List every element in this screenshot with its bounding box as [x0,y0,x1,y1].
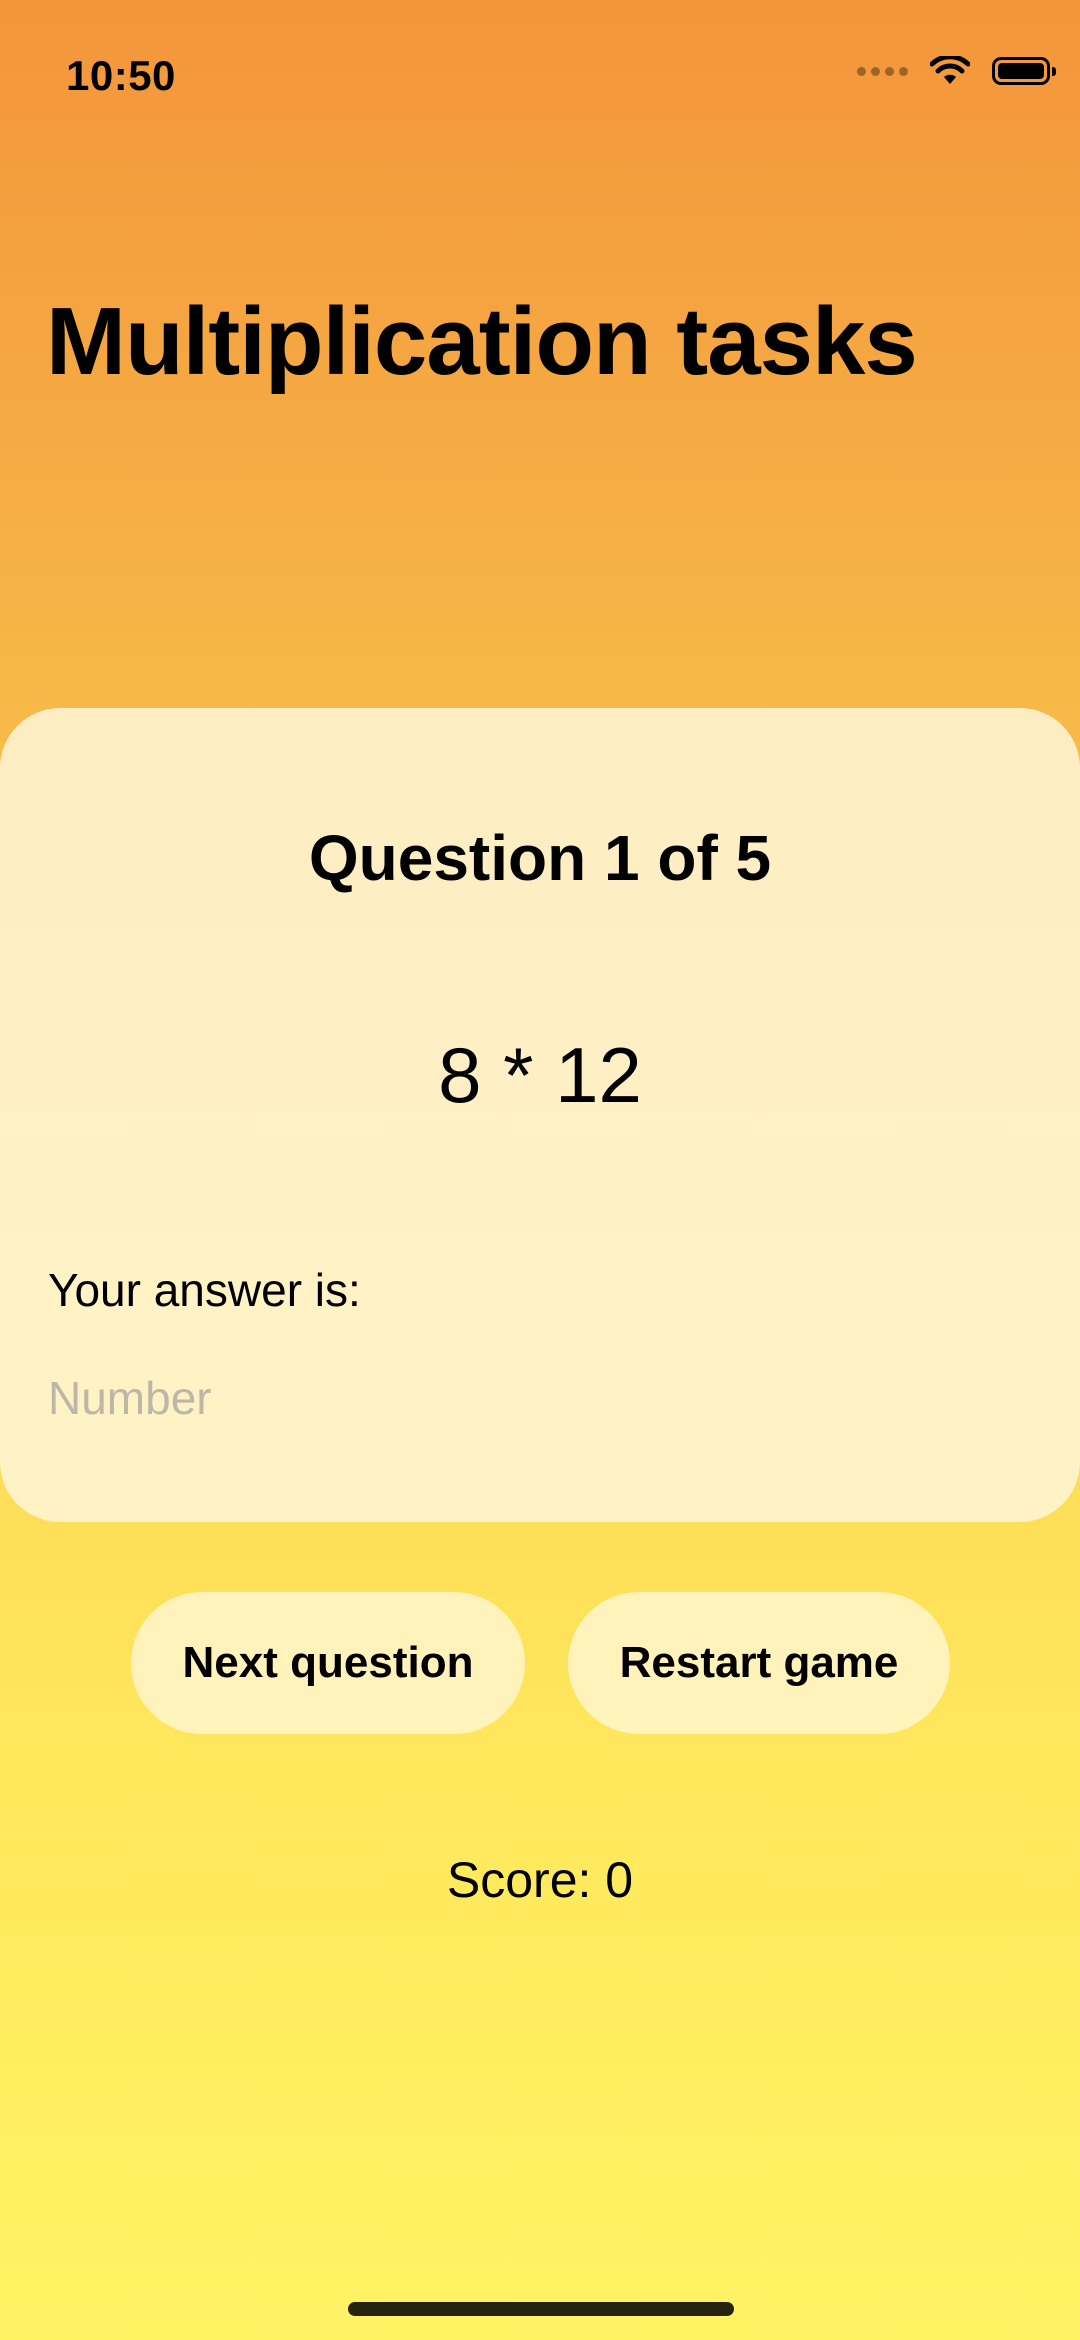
answer-label: Your answer is: [48,1264,361,1316]
next-question-button[interactable]: Next question [131,1592,525,1734]
wifi-icon [930,56,970,84]
status-bar: 10:50 [0,0,1080,140]
cellular-signal-icon [857,66,908,76]
question-card: Question 1 of 5 8 * 12 Your answer is: [0,708,1080,1522]
home-indicator[interactable] [348,2302,734,2316]
status-time: 10:50 [66,52,176,99]
page-title: Multiplication tasks [46,288,918,395]
answer-input[interactable] [48,1358,1028,1438]
score-label: Score: 0 [446,1852,634,1908]
restart-game-button[interactable]: Restart game [568,1592,950,1734]
multiplication-question: 8 * 12 [438,1031,642,1119]
status-icons [857,56,1056,86]
battery-icon [992,57,1056,85]
question-counter: Question 1 of 5 [308,822,772,894]
